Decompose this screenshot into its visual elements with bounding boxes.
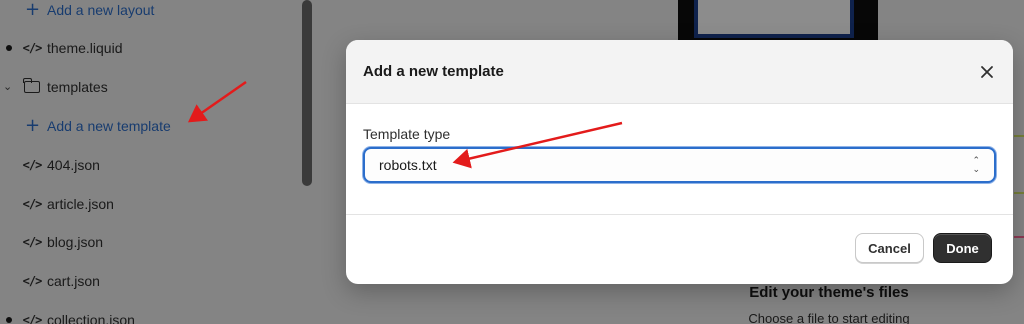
dialog-header: Add a new template	[346, 40, 1013, 104]
cancel-button[interactable]: Cancel	[855, 233, 924, 263]
template-type-label: Template type	[363, 126, 451, 142]
done-button[interactable]: Done	[933, 233, 992, 263]
dialog-title: Add a new template	[363, 63, 504, 80]
dialog-footer: Cancel Done	[346, 214, 1013, 284]
close-button[interactable]	[975, 60, 999, 84]
select-arrows-icon: ⌃ ⌄	[972, 155, 980, 174]
add-template-dialog: Add a new template Template type robots.…	[346, 40, 1013, 284]
template-type-select[interactable]: robots.txt ⌃ ⌄	[363, 147, 996, 183]
close-icon	[981, 66, 993, 78]
select-value: robots.txt	[379, 157, 437, 173]
